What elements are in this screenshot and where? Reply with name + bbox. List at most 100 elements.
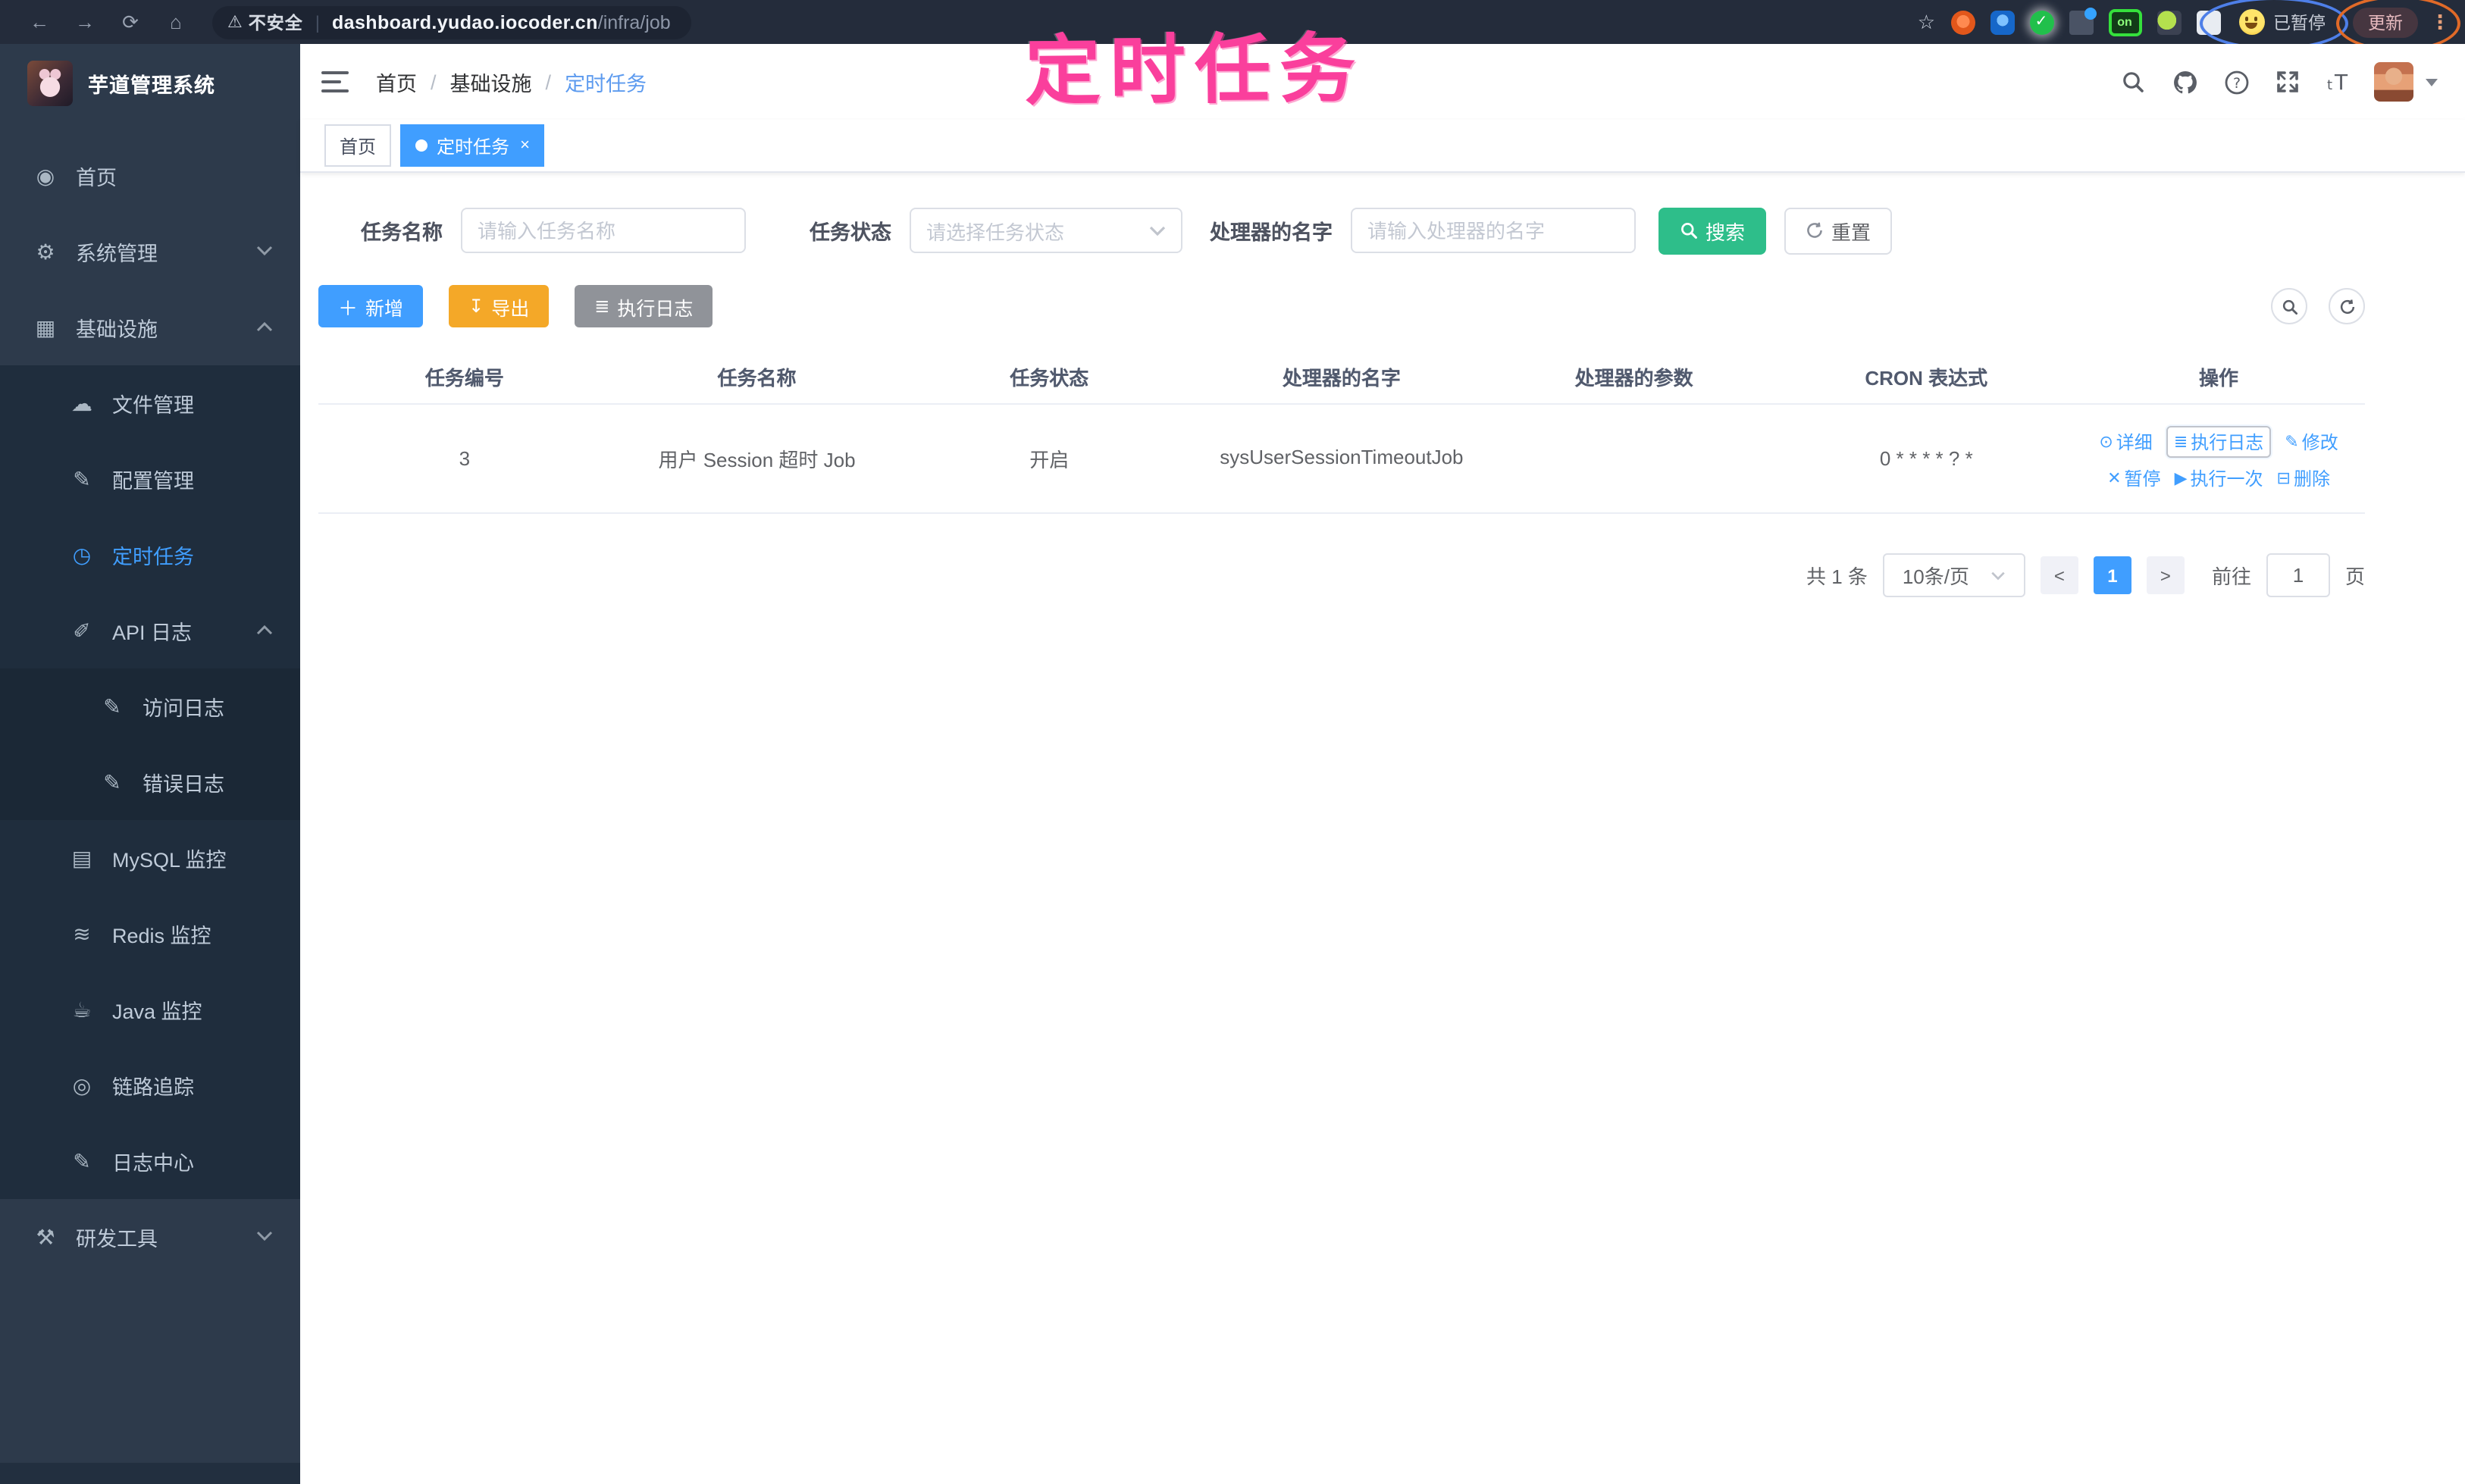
browser-forward-icon[interactable]: → [73,11,97,33]
sidebar-item-5[interactable]: ◷ 定时任务 [0,517,300,593]
sidebar-item-label: 链路追踪 [112,1076,194,1099]
sidebar-item-4[interactable]: ✎ 配置管理 [0,441,300,517]
browser-menu-icon[interactable]: ⋮ [2430,10,2450,34]
job-name-input[interactable] [461,208,746,253]
browser-home-icon[interactable]: ⌂ [164,11,188,33]
sidebar-item-2[interactable]: ▦ 基础设施 [0,290,300,365]
browser-reload-icon[interactable]: ⟳ [118,10,143,34]
action-play-link[interactable]: ▶ 执行一次 [2175,465,2263,491]
fullscreen-icon[interactable] [2262,56,2313,108]
cell-actions: ⊙ 详细 ≣ 执行日志 ✎ 修改 ✕ 暂停 ▶ 执行一次 ⊟ 删除 [2072,404,2365,514]
sidebar-collapse-strip[interactable] [0,1463,300,1484]
action-label: 执行一次 [2190,468,2263,490]
avatar-caret-icon[interactable] [2426,78,2438,86]
pagination-total: 共 1 条 [1806,565,1868,588]
column-header-5: CRON 表达式 [1780,349,2073,405]
chevron-down-icon [256,1230,273,1244]
search-button[interactable]: 搜索 [1658,207,1767,254]
add-button[interactable]: ＋新增 [318,285,424,327]
sidebar-item-8[interactable]: ✎ 错误日志 [0,744,300,820]
toggle-search-button[interactable] [2271,288,2307,324]
sidebar-item-0[interactable]: ◉ 首页 [0,138,300,214]
sidebar-item-3[interactable]: ☁ 文件管理 [0,365,300,441]
tab-1[interactable]: 定时任务 × [400,124,545,167]
sidebar-item-11[interactable]: ☕ Java 监控 [0,972,300,1047]
action-pause-link[interactable]: ✕ 暂停 [2107,465,2160,491]
action-label: 暂停 [2124,468,2161,490]
next-page-button[interactable]: > [2146,556,2185,594]
search-icon[interactable] [2107,56,2159,108]
goto-page-input[interactable] [2266,553,2330,597]
profile-paused-badge: 已暂停 [2273,14,2326,33]
action-eye-link[interactable]: ⊙ 详细 [2099,426,2152,458]
bookmark-star-icon[interactable]: ☆ [1918,10,1935,34]
doc-edit-icon: ✎ [103,693,121,718]
sidebar-item-label: 访问日志 [143,697,224,720]
sidebar-item-label: 错误日志 [143,773,224,796]
extension-blue-icon[interactable] [1990,10,2014,34]
job-status-select[interactable]: 请选择任务状态 [910,208,1182,253]
sidebar-item-12[interactable]: ◎ 链路追踪 [0,1047,300,1123]
sidebar-item-label: 研发工具 [76,1228,158,1251]
sidebar-toggle-icon[interactable] [321,71,349,92]
extensions-puzzle-icon[interactable] [2196,10,2220,34]
top-navbar: 首页 / 基础设施 / 定时任务 ? tT [300,44,2465,120]
doc-edit-icon: ✎ [103,769,121,794]
extension-green-check-icon[interactable]: ✓ [2029,10,2053,34]
help-icon[interactable]: ? [2210,56,2262,108]
address-bar[interactable]: ⚠ 不安全 | dashboard.yudao.iocoder.cn/infra… [212,5,692,39]
tab-close-icon[interactable]: × [520,136,530,155]
tab-label: 首页 [340,136,377,157]
sidebar: 芋道管理系统 ◉ 首页 ⚙ 系统管理 ▦ 基础设施 ☁ 文件管理 ✎ 配置管理 ◷ 定时任务 ✐ API … [0,44,300,1484]
table-toolbar: ＋新增 ↧ 导出 ≣ 执行日志 [318,285,2465,327]
sidebar-item-1[interactable]: ⚙ 系统管理 [0,214,300,290]
chrome-update-button[interactable]: 更新 [2353,7,2418,37]
browser-back-icon[interactable]: ← [27,11,52,33]
column-header-3: 处理器的名字 [1195,349,1488,405]
eye-icon: ⊙ [2099,434,2113,452]
cloud-upload-icon: ☁ [71,390,92,415]
extension-on-badge[interactable]: on [2108,8,2141,36]
sidebar-item-7[interactable]: ✎ 访问日志 [0,668,300,744]
chevron-down-icon [1149,225,1166,236]
list-icon: ≣ [2173,434,2188,452]
reset-button[interactable]: 重置 [1784,207,1893,254]
action-list-link[interactable]: ≣ 执行日志 [2166,426,2272,458]
profile-emoji-avatar[interactable] [2238,9,2264,35]
tab-0[interactable]: 首页 [324,124,392,167]
cell-3: sysUserSessionTimeoutJob [1195,404,1488,514]
refresh-button[interactable] [2329,288,2365,324]
toolbox-icon: ⚒ [36,1224,55,1248]
delete-icon: ⊟ [2276,470,2291,488]
handler-name-input[interactable] [1351,208,1636,253]
breadcrumb-item-1[interactable]: 基础设施 [450,67,532,97]
action-delete-link[interactable]: ⊟ 删除 [2277,465,2330,491]
table-row: 3 用户 Session 超时 Job 开启 sysUserSessionTimeou… [318,404,2365,514]
column-header-2: 任务状态 [903,349,1196,405]
tags-view-bar: 首页 定时任务 × [300,120,2465,173]
jobs-table: 任务编号 任务名称 任务状态 处理器的名字 处理器的参数 CRON 表达式 操作 3 用户 S… [318,349,2365,514]
current-page-button[interactable]: 1 [2093,556,2131,594]
exec-log-button[interactable]: ≣ 执行日志 [575,285,713,327]
sidebar-item-10[interactable]: ≋ Redis 监控 [0,896,300,972]
pagination: 共 1 条 10条/页 < 1 > 前往 页 [318,553,2365,597]
extension-grid-icon[interactable] [2069,7,2096,34]
prev-page-button[interactable]: < [2040,556,2078,594]
action-edit-link[interactable]: ✎ 修改 [2285,426,2338,458]
extension-leaf-icon[interactable] [2156,10,2181,34]
sidebar-item-label: Java 监控 [112,1000,202,1023]
sidebar-item-label: 首页 [76,167,117,189]
sidebar-item-6[interactable]: ✐ API 日志 [0,593,300,668]
sidebar-item-9[interactable]: ▤ MySQL 监控 [0,820,300,896]
extension-orange-icon[interactable] [1950,10,1975,34]
github-icon[interactable] [2159,56,2210,108]
sidebar-item-14[interactable]: ⚒ 研发工具 [0,1199,300,1275]
export-button[interactable]: ↧ 导出 [449,285,550,327]
page-suffix-label: 页 [2344,565,2365,588]
sidebar-item-13[interactable]: ✎ 日志中心 [0,1123,300,1199]
font-size-icon[interactable]: tT [2313,56,2365,108]
app-logo-row[interactable]: 芋道管理系统 [0,44,300,123]
user-avatar[interactable] [2374,62,2413,102]
breadcrumb-item-0[interactable]: 首页 [376,67,417,97]
page-size-select[interactable]: 10条/页 [1882,553,2025,597]
